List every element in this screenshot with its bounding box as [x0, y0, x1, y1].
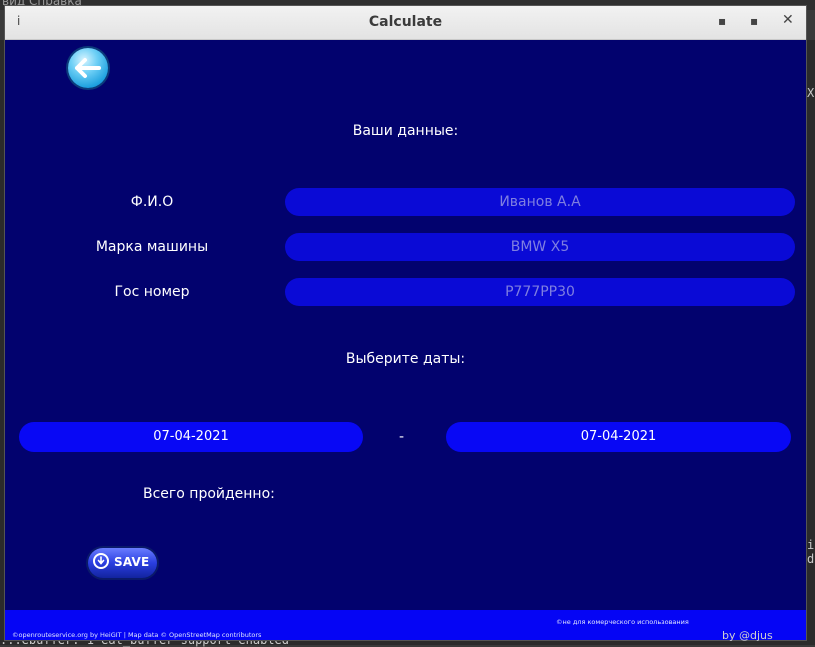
car-brand-label: Марка машины: [95, 239, 209, 255]
background-mark-i: i: [807, 538, 815, 552]
car-brand-field[interactable]: BMW X5: [285, 233, 795, 261]
dates-heading: Выберите даты:: [345, 351, 466, 367]
end-date-picker[interactable]: 07-04-2021: [446, 422, 791, 452]
minimize-icon[interactable]: ▪: [718, 14, 726, 28]
calculate-window: i Calculate ▪ ▪ ✕ Ваши данные: Ф.И.О Ива…: [5, 6, 806, 640]
maximize-icon[interactable]: ▪: [750, 14, 758, 28]
save-button-label: SAVE: [114, 555, 150, 569]
map-footer: ©не для комерческого использования ©open…: [5, 610, 806, 640]
map-attribution[interactable]: ©openrouteservice.org by HeiGIT | Map da…: [12, 631, 261, 639]
back-button[interactable]: [68, 48, 108, 88]
fio-field[interactable]: Иванов А.А: [285, 188, 795, 216]
arrow-left-icon: [75, 58, 101, 78]
start-date-picker[interactable]: 07-04-2021: [19, 422, 363, 452]
download-icon: [93, 553, 109, 569]
background-mark-x: X: [807, 86, 815, 100]
plate-number-field[interactable]: Р777РР30: [285, 278, 795, 306]
background-mark-d: d: [807, 552, 815, 566]
fio-label: Ф.И.О: [130, 194, 174, 210]
title-bar[interactable]: i Calculate ▪ ▪ ✕: [5, 6, 806, 40]
save-button[interactable]: SAVE: [88, 548, 157, 578]
date-separator: -: [399, 429, 405, 445]
non-commercial-notice: ©не для комерческого использования: [556, 618, 689, 626]
total-distance-label: Всего пройденно:: [143, 486, 275, 502]
plate-number-label: Гос номер: [114, 284, 190, 300]
author-credit: by @djus: [722, 629, 773, 642]
content-area: Ваши данные: Ф.И.О Иванов А.А Марка маши…: [5, 40, 806, 640]
personal-data-heading: Ваши данные:: [352, 123, 459, 139]
close-icon[interactable]: ✕: [782, 13, 794, 27]
window-title: Calculate: [368, 14, 443, 30]
